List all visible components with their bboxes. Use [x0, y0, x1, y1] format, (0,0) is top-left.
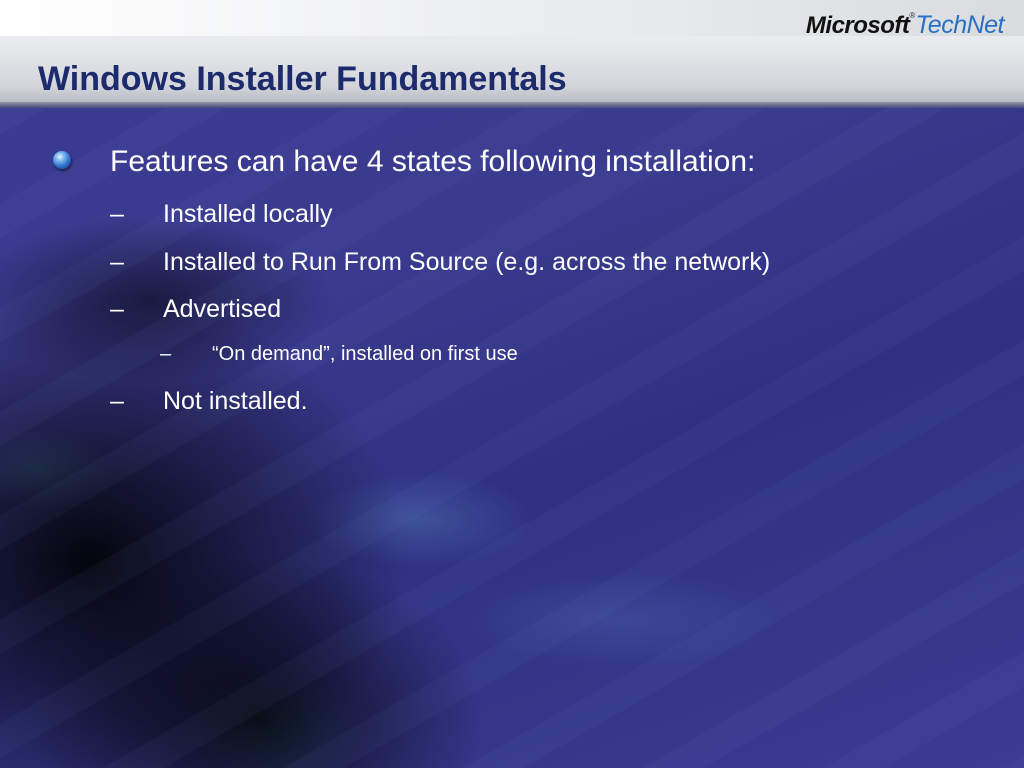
- dash-icon: –: [110, 387, 124, 415]
- main-point: Features can have 4 states following ins…: [110, 145, 756, 178]
- blue-sphere-bullet-icon: [53, 151, 71, 169]
- state-item: Advertised: [163, 295, 282, 323]
- dash-icon: –: [110, 200, 124, 228]
- state-item: Installed locally: [163, 200, 333, 228]
- state-item: Not installed.: [163, 387, 308, 415]
- slide-content: Features can have 4 states following ins…: [0, 0, 1024, 768]
- dash-icon: –: [160, 343, 172, 365]
- dash-icon: –: [110, 295, 124, 323]
- dash-icon: –: [110, 248, 124, 276]
- state-item: Installed to Run From Source (e.g. acros…: [163, 248, 771, 276]
- sub-state-item: “On demand”, installed on first use: [212, 343, 518, 365]
